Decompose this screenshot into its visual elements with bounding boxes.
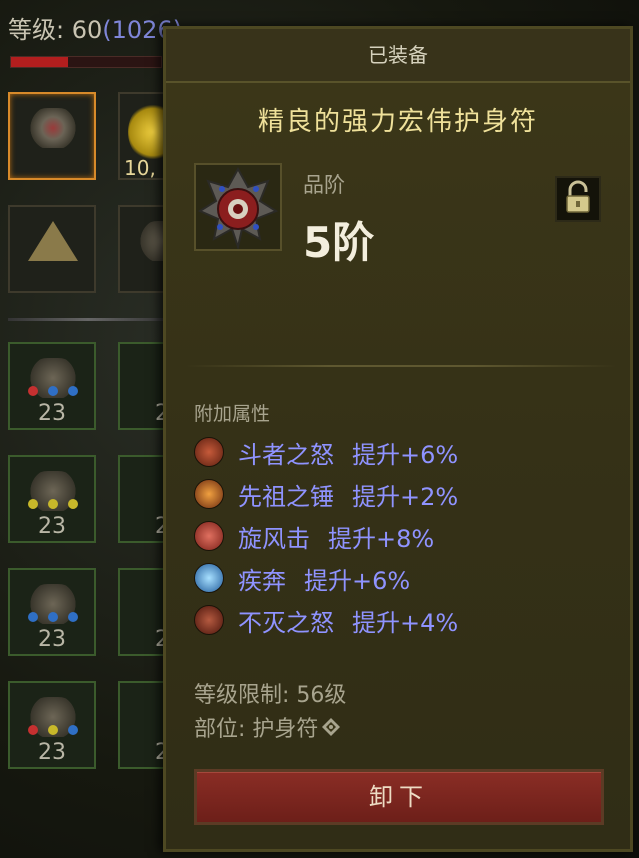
attributes-title: 附加属性 [194, 403, 271, 425]
attribute-name: 斗者之怒 [238, 440, 334, 469]
blue-gem-icon [68, 386, 78, 396]
unequip-button[interactable]: 卸下 [194, 769, 604, 825]
attribute-name: 旋风击 [238, 524, 310, 553]
blue-gem-icon [68, 725, 78, 735]
hammer-icon [194, 479, 224, 509]
attribute-row: 斗者之怒 提升+6% [194, 431, 458, 473]
blue-gem-icon [68, 612, 78, 622]
rank-label: 品阶 [303, 173, 345, 197]
inventory-slot-ring-3[interactable]: 23 [8, 455, 96, 543]
equipped-header: 已装备 [166, 29, 630, 83]
item-count: 23 [38, 740, 66, 765]
section-divider [186, 365, 616, 367]
attribute-bonus: 提升+4% [352, 608, 459, 637]
inventory-slot-ring-5[interactable]: 23 [8, 568, 96, 656]
blue-gem-icon [48, 612, 58, 622]
attribute-name: 先祖之锤 [238, 482, 334, 511]
inventory-divider [8, 318, 168, 321]
level-requirement: 等级限制: 56级 [194, 683, 347, 708]
amulet-icon [28, 108, 78, 148]
inventory-slot-emblem[interactable] [8, 205, 96, 293]
inventory-slot-ring-7[interactable]: 23 [8, 681, 96, 769]
berserker-icon [194, 437, 224, 467]
yellow-gem-icon [48, 499, 58, 509]
level-label: 等级: 60 [8, 16, 103, 44]
rank-value: 5阶 [303, 218, 375, 267]
xp-bar [10, 56, 162, 68]
unlocked-padlock-icon [566, 180, 590, 213]
inventory-slot-amulet[interactable] [8, 92, 96, 180]
character-level: 等级: 60(1026) [8, 10, 182, 45]
amulet-icon [197, 166, 279, 251]
attribute-bonus: 提升+6% [304, 566, 411, 595]
red-gem-icon [28, 725, 38, 735]
inventory-slot-ring-1[interactable]: 23 [8, 342, 96, 430]
slot-label: 部位: 护身符 [194, 717, 319, 742]
yellow-gem-icon [68, 499, 78, 509]
attribute-name: 不灭之怒 [238, 608, 334, 637]
lock-button[interactable] [555, 176, 601, 222]
triangle-emblem-icon [28, 221, 78, 261]
blue-gem-icon [48, 386, 58, 396]
item-count: 23 [38, 627, 66, 652]
item-icon-frame [194, 163, 282, 251]
whirlwind-icon [194, 521, 224, 551]
attribute-row: 先祖之锤 提升+2% [194, 473, 458, 515]
wrath-icon [194, 605, 224, 635]
item-count: 23 [38, 401, 66, 426]
attribute-bonus: 提升+2% [352, 482, 459, 511]
sprint-icon [194, 563, 224, 593]
attribute-list: 斗者之怒 提升+6% 先祖之锤 提升+2% 旋风击 提升+8% 疾奔 提升+6%… [194, 431, 458, 641]
red-gem-icon [28, 386, 38, 396]
item-tooltip-panel: 已装备 精良的强力宏伟护身符 品阶 5阶 附加属性 斗者之怒 提升+6% 先祖之… [163, 26, 633, 852]
attribute-row: 不灭之怒 提升+4% [194, 599, 458, 641]
attribute-row: 疾奔 提升+6% [194, 557, 458, 599]
yellow-gem-icon [28, 499, 38, 509]
item-count: 23 [38, 514, 66, 539]
gold-count: 10, [124, 156, 156, 180]
xp-bar-fill [11, 57, 68, 67]
item-slot-type: 部位: 护身符 [194, 711, 342, 743]
attribute-bonus: 提升+6% [352, 440, 459, 469]
amulet-slot-icon [322, 718, 341, 736]
attribute-name: 疾奔 [238, 566, 286, 595]
attribute-bonus: 提升+8% [328, 524, 435, 553]
attribute-row: 旋风击 提升+8% [194, 515, 458, 557]
blue-gem-icon [28, 612, 38, 622]
item-name: 精良的强力宏伟护身符 [257, 107, 538, 137]
yellow-gem-icon [48, 725, 58, 735]
